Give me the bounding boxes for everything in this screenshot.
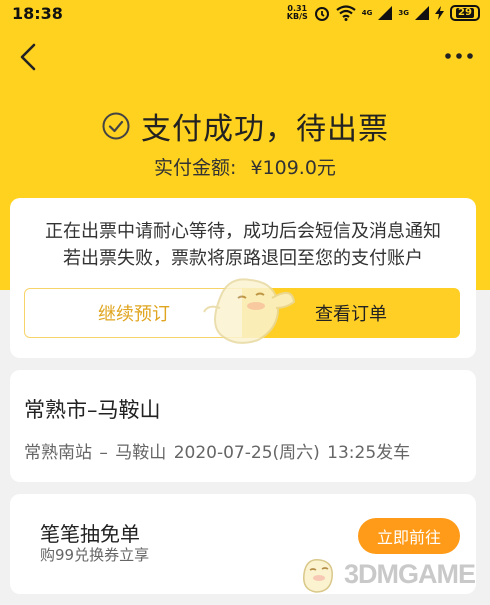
trip-info-card[interactable]: 常熟市–马鞍山 常熟南站 – 马鞍山 2020-07-25(周六) 13:25发… xyxy=(10,370,476,482)
go-now-button[interactable]: 立即前往 xyxy=(358,518,460,554)
watermark-mascot-icon xyxy=(303,559,333,593)
status-bar: 18:38 0.31 KB/S 4G 3G 29 xyxy=(0,0,490,26)
check-circle-icon xyxy=(102,112,130,140)
status-icons: 0.31 KB/S 4G 3G 29 xyxy=(287,5,480,21)
back-arrow-icon[interactable] xyxy=(14,40,44,74)
more-options-icon[interactable] xyxy=(442,46,476,66)
signal-1-label: 4G xyxy=(361,9,373,17)
signal-1-icon xyxy=(378,6,393,20)
site-watermark: 3DMGAME xyxy=(296,552,476,596)
promo-subtitle: 购99兑换券立享 xyxy=(40,546,150,564)
charging-icon xyxy=(435,6,444,20)
wifi-icon xyxy=(336,5,356,21)
signal-2-label: 3G xyxy=(398,9,409,17)
route-title: 常熟市–马鞍山 xyxy=(24,398,161,422)
status-time: 18:38 xyxy=(12,3,63,23)
battery-indicator: 29 xyxy=(450,5,480,21)
paid-amount-value: ¥109.0元 xyxy=(250,157,336,179)
paid-amount-row: 实付金额: ¥109.0元 xyxy=(0,153,490,180)
watermark-text: 3DMGAME xyxy=(344,558,476,589)
payment-status-title: 支付成功，待出票 xyxy=(0,104,490,148)
paid-amount-label: 实付金额: xyxy=(154,157,237,179)
network-speed: 0.31 KB/S xyxy=(286,4,308,21)
signal-2-icon xyxy=(415,6,429,20)
route-detail: 常熟南站 – 马鞍山 2020-07-25(周六) 13:25发车 xyxy=(24,443,411,463)
page-title: 支付成功，待出票 xyxy=(141,112,389,147)
notice-line-1: 正在出票中请耐心等待，成功后会短信及消息通知 xyxy=(45,221,441,242)
alarm-icon xyxy=(314,7,329,21)
issuing-notice: 正在出票中请耐心等待，成功后会短信及消息通知 若出票失败，票款将原路退回至您的支… xyxy=(10,218,476,272)
promo-title: 笔笔抽免单 xyxy=(40,522,140,546)
mascot-watermark-icon xyxy=(203,278,296,344)
